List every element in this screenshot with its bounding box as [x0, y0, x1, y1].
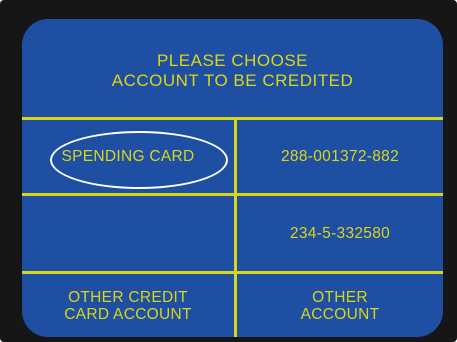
account-1-number: 288-001372-882: [281, 148, 399, 165]
spending-card-option[interactable]: SPENDING CARD: [22, 120, 234, 193]
other-credit-card-account-option[interactable]: OTHER CREDIT CARD ACCOUNT: [22, 274, 234, 337]
account-option-2[interactable]: 234-5-332580: [237, 196, 443, 271]
other-account-label-line-1: OTHER: [312, 288, 368, 306]
other-credit-card-label-line-2: CARD ACCOUNT: [64, 305, 192, 323]
screen-title: PLEASE CHOOSE ACCOUNT TO BE CREDITED: [22, 51, 443, 91]
other-account-label-line-2: ACCOUNT: [300, 305, 380, 323]
empty-option-slot: [22, 196, 234, 271]
atm-screen: PLEASE CHOOSE ACCOUNT TO BE CREDITED SPE…: [22, 19, 443, 337]
account-option-1[interactable]: 288-001372-882: [237, 120, 443, 193]
atm-bezel: PLEASE CHOOSE ACCOUNT TO BE CREDITED SPE…: [0, 0, 457, 342]
other-account-option[interactable]: OTHER ACCOUNT: [237, 274, 443, 337]
spending-card-label: SPENDING CARD: [61, 148, 195, 165]
other-credit-card-label-line-1: OTHER CREDIT: [68, 288, 188, 306]
title-line-1: PLEASE CHOOSE: [156, 51, 309, 70]
title-line-2: ACCOUNT TO BE CREDITED: [111, 71, 354, 90]
account-2-number: 234-5-332580: [289, 225, 391, 242]
